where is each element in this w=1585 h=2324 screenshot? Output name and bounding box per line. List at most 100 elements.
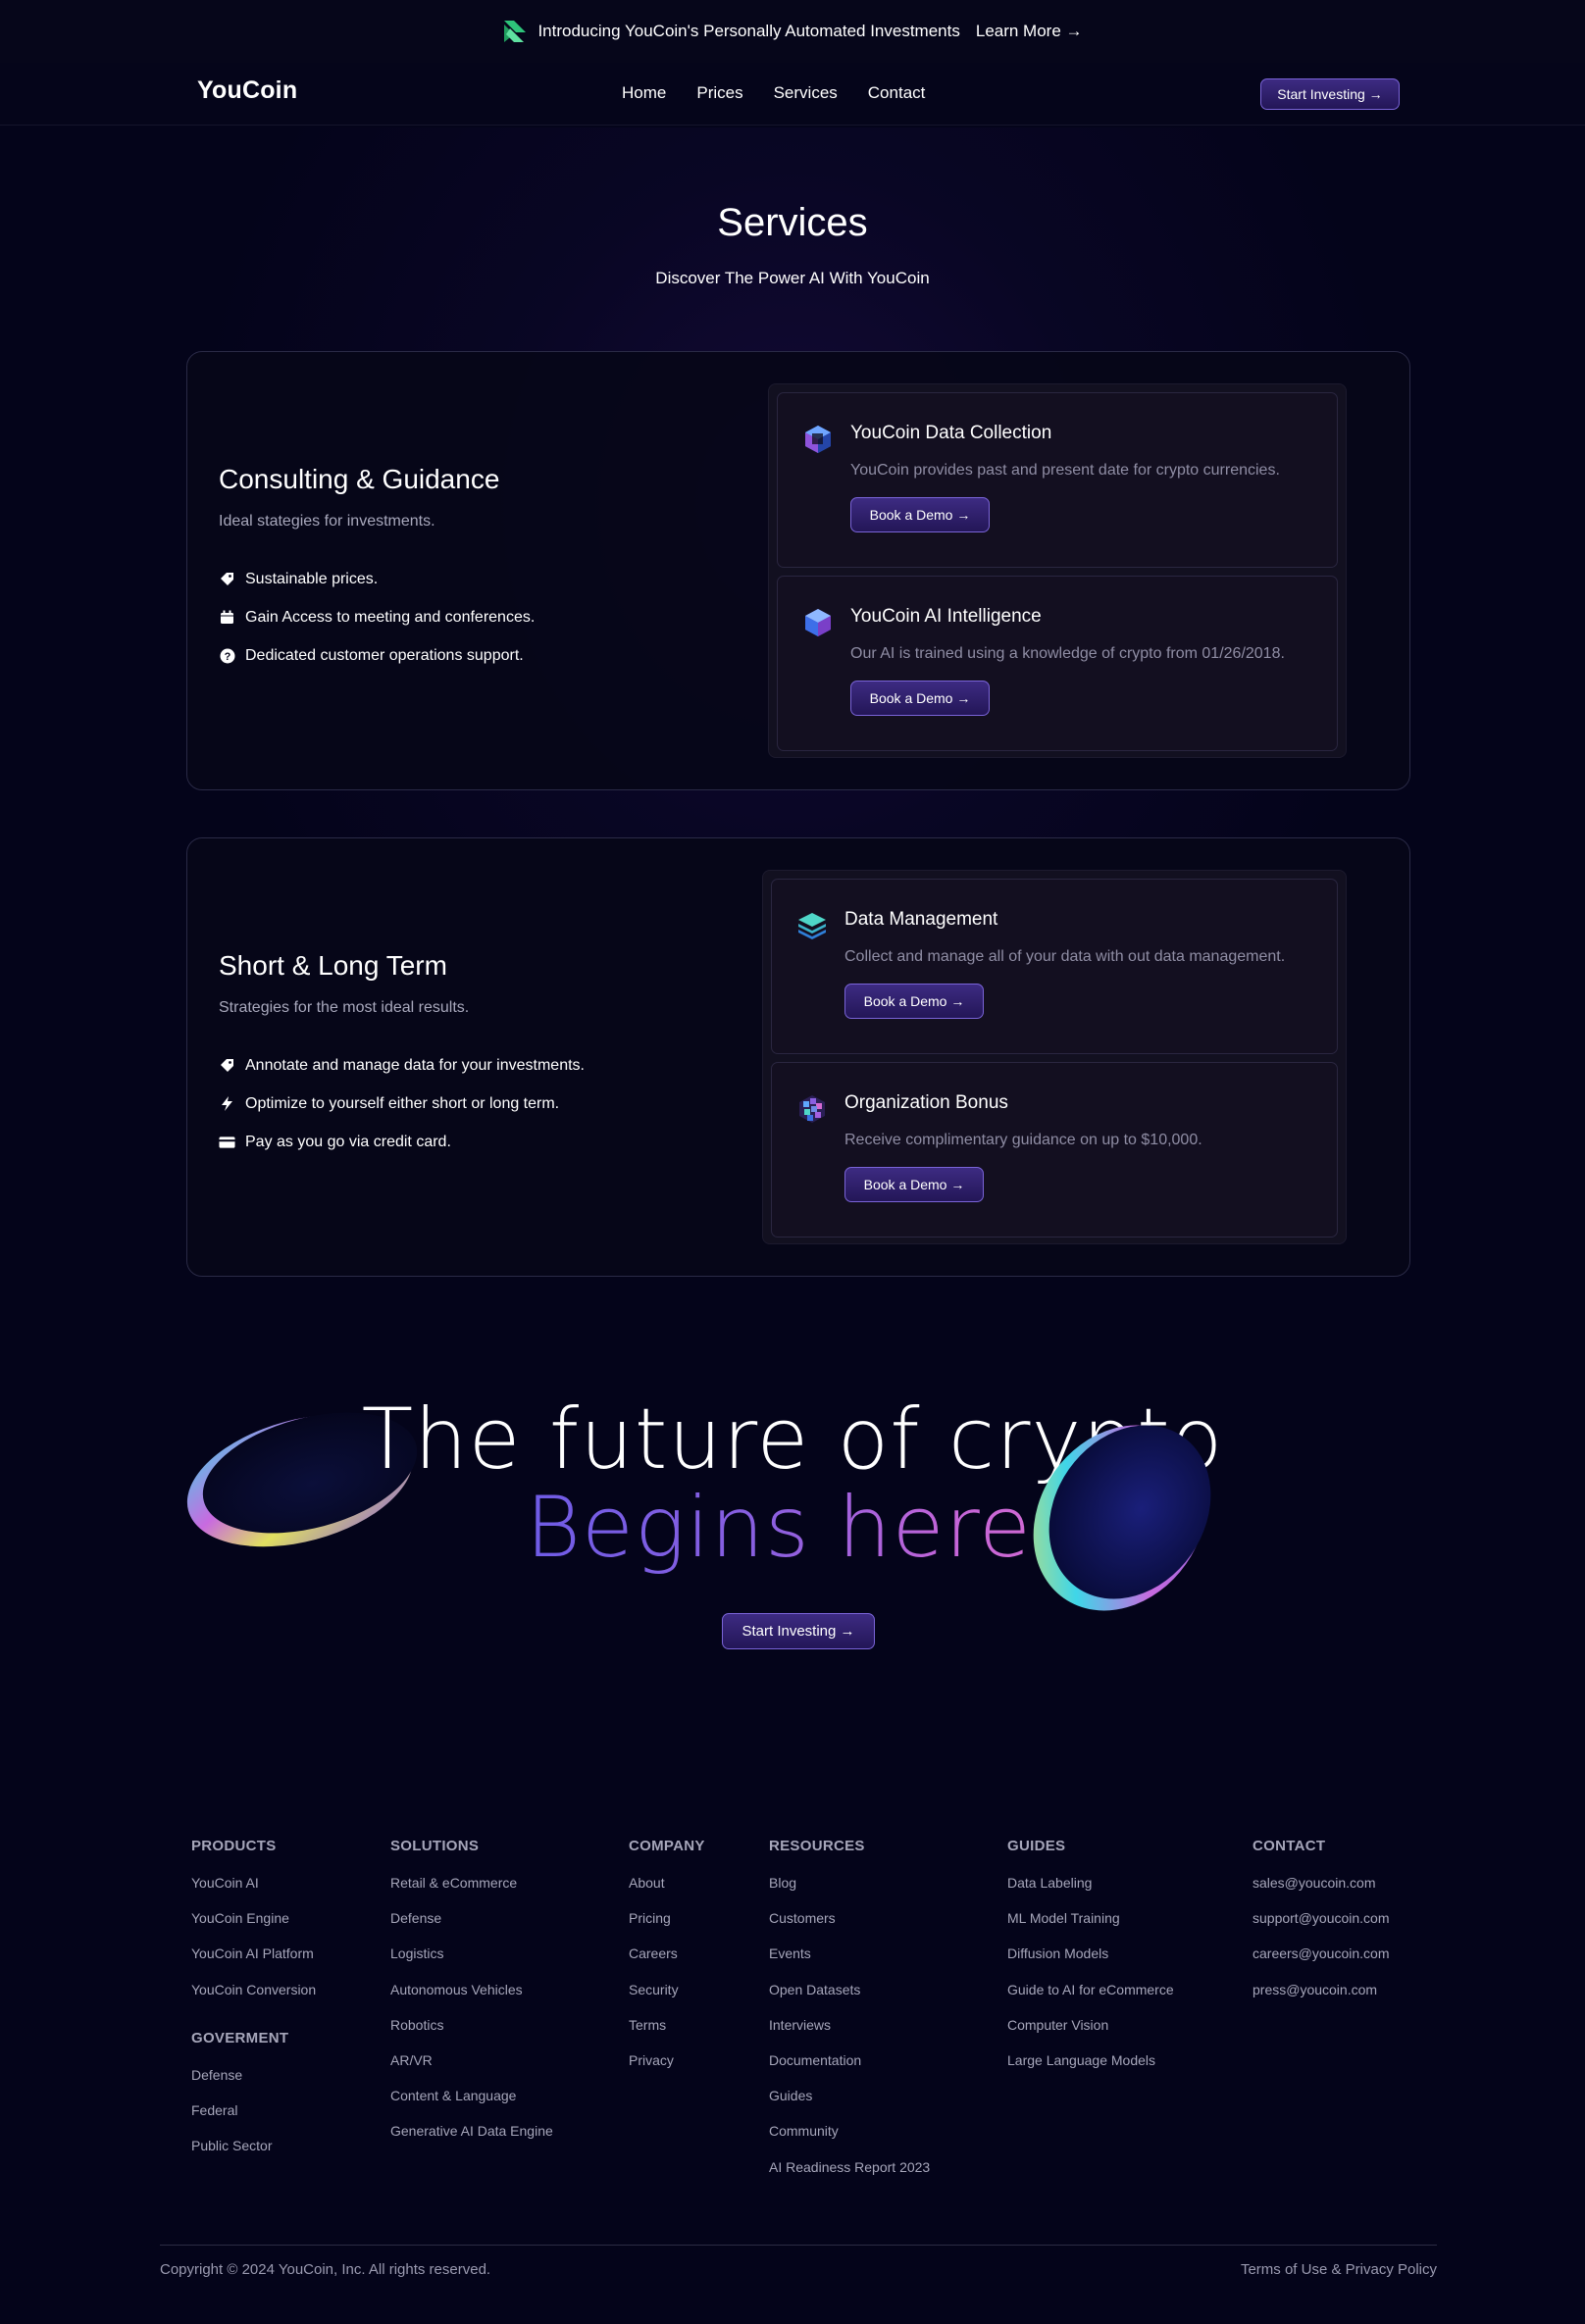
- footer-link[interactable]: Interviews: [769, 2017, 930, 2052]
- footer-heading: COMPANY: [629, 1838, 705, 1854]
- footer-heading: CONTACT: [1253, 1838, 1326, 1854]
- footer-link[interactable]: Computer Vision: [1007, 2017, 1174, 2052]
- footer-link[interactable]: Logistics: [390, 1945, 553, 1981]
- footer-link[interactable]: YouCoin Engine: [191, 1910, 316, 1945]
- footer-link[interactable]: Customers: [769, 1910, 930, 1945]
- feature-item: Annotate and manage data for your invest…: [219, 1046, 585, 1085]
- nav-services[interactable]: Services: [774, 83, 838, 103]
- bolt-icon: [219, 1095, 235, 1112]
- footer-column-guides: GUIDES Data Labeling ML Model Training D…: [1007, 1838, 1174, 2088]
- footer-link[interactable]: Careers: [629, 1945, 705, 1981]
- footer-link[interactable]: Federal: [191, 2102, 316, 2138]
- footer-link[interactable]: About: [629, 1875, 705, 1910]
- footer-email-link[interactable]: support@youcoin.com: [1253, 1910, 1390, 1945]
- footer-column-company: COMPANY About Pricing Careers Security T…: [629, 1838, 705, 2088]
- svg-text:?: ?: [224, 651, 230, 663]
- footer-link[interactable]: Public Sector: [191, 2138, 316, 2173]
- site-header: YouCoin Home Prices Services Contact Sta…: [0, 63, 1585, 126]
- footer-heading: RESOURCES: [769, 1838, 865, 1854]
- service-title: Consulting & Guidance: [219, 464, 500, 494]
- footer-heading: PRODUCTS: [191, 1838, 277, 1854]
- start-investing-button[interactable]: Start Investing →: [1260, 78, 1400, 110]
- copyright-text: Copyright © 2024 YouCoin, Inc. All right…: [160, 2261, 491, 2278]
- service-card: Organization Bonus Receive complimentary…: [771, 1062, 1338, 1238]
- cube-icon: [805, 426, 831, 453]
- card-description: Receive complimentary guidance on up to …: [844, 1132, 1202, 1148]
- footer-link[interactable]: Diffusion Models: [1007, 1945, 1174, 1981]
- footer-link[interactable]: ML Model Training: [1007, 1910, 1174, 1945]
- crypto-coin-right-image: [1033, 1425, 1211, 1611]
- book-demo-button[interactable]: Book a Demo →: [850, 497, 990, 532]
- learn-more-link[interactable]: Learn More →: [976, 22, 1083, 41]
- feature-item: ? Dedicated customer operations support.: [219, 636, 535, 675]
- card-title: Data Management: [844, 909, 998, 930]
- cta-start-investing-button[interactable]: Start Investing →: [722, 1613, 875, 1649]
- card-title: YouCoin Data Collection: [850, 423, 1052, 443]
- footer-link[interactable]: Content & Language: [390, 2088, 553, 2123]
- footer-link[interactable]: YouCoin AI: [191, 1875, 316, 1910]
- feature-text: Pay as you go via credit card.: [245, 1133, 451, 1150]
- footer-link[interactable]: Robotics: [390, 2017, 553, 2052]
- footer-email-link[interactable]: careers@youcoin.com: [1253, 1945, 1390, 1981]
- footer-link[interactable]: Documentation: [769, 2052, 930, 2088]
- terms-privacy-link[interactable]: Terms of Use & Privacy Policy: [1241, 2261, 1437, 2278]
- footer-link[interactable]: Data Labeling: [1007, 1875, 1174, 1910]
- footer-email-link[interactable]: sales@youcoin.com: [1253, 1875, 1390, 1910]
- footer-column-resources: RESOURCES Blog Customers Events Open Dat…: [769, 1838, 930, 2195]
- footer-email-link[interactable]: press@youcoin.com: [1253, 1982, 1390, 2017]
- feature-text: Sustainable prices.: [245, 570, 379, 587]
- footer-divider: [160, 2245, 1437, 2246]
- footer-link[interactable]: Guides: [769, 2088, 930, 2123]
- feature-list: Annotate and manage data for your invest…: [219, 1046, 585, 1161]
- feature-text: Gain Access to meeting and conferences.: [245, 608, 536, 626]
- footer-link[interactable]: Open Datasets: [769, 1982, 930, 2017]
- footer-link[interactable]: Large Language Models: [1007, 2052, 1174, 2088]
- footer-column-contact: CONTACT sales@youcoin.com support@youcoi…: [1253, 1838, 1390, 2017]
- book-demo-button[interactable]: Book a Demo →: [844, 1167, 984, 1202]
- cta-headline: The future of crypto: [361, 1390, 1224, 1489]
- footer-link[interactable]: Security: [629, 1982, 705, 2017]
- footer-link[interactable]: AR/VR: [390, 2052, 553, 2088]
- nav-prices[interactable]: Prices: [696, 83, 742, 103]
- service-block-consulting: Consulting & Guidance Ideal stategies fo…: [186, 351, 1410, 790]
- cta-headline-accent-text: Begins here.: [525, 1479, 1060, 1577]
- nav-home[interactable]: Home: [622, 83, 666, 103]
- announcement-text: Introducing YouCoin's Personally Automat…: [537, 22, 960, 40]
- footer-link[interactable]: AI Readiness Report 2023: [769, 2159, 930, 2195]
- grid-cube-icon: [799, 1095, 825, 1123]
- service-subtitle: Ideal stategies for investments.: [219, 513, 435, 530]
- card-description: Collect and manage all of your data with…: [844, 948, 1286, 965]
- card-title: YouCoin AI Intelligence: [850, 606, 1042, 627]
- service-cards: YouCoin Data Collection YouCoin provides…: [768, 383, 1347, 758]
- footer-link[interactable]: YouCoin Conversion: [191, 1982, 316, 2017]
- footer-link[interactable]: Defense: [390, 1910, 553, 1945]
- card-description: YouCoin provides past and present date f…: [850, 462, 1280, 479]
- nav-contact[interactable]: Contact: [868, 83, 926, 103]
- book-demo-button[interactable]: Book a Demo →: [844, 984, 984, 1019]
- page-title: Services: [717, 201, 868, 244]
- footer-link[interactable]: Autonomous Vehicles: [390, 1982, 553, 2017]
- calendar-icon: [219, 609, 235, 626]
- feature-text: Annotate and manage data for your invest…: [245, 1056, 585, 1074]
- feature-item: Pay as you go via credit card.: [219, 1123, 585, 1161]
- brand-logo[interactable]: YouCoin: [197, 76, 297, 105]
- tag-icon: [219, 571, 235, 587]
- footer-link[interactable]: Guide to AI for eCommerce: [1007, 1982, 1174, 2017]
- footer-link[interactable]: Generative AI Data Engine: [390, 2123, 553, 2158]
- announcement-bar: Introducing YouCoin's Personally Automat…: [0, 0, 1585, 63]
- footer-link[interactable]: Community: [769, 2123, 930, 2158]
- footer-link[interactable]: Privacy: [629, 2052, 705, 2088]
- card-title: Organization Bonus: [844, 1092, 1008, 1113]
- service-cards: Data Management Collect and manage all o…: [762, 870, 1347, 1244]
- footer-link[interactable]: Blog: [769, 1875, 930, 1910]
- footer-link[interactable]: Events: [769, 1945, 930, 1981]
- footer-link[interactable]: YouCoin AI Platform: [191, 1945, 316, 1981]
- footer-link[interactable]: Terms: [629, 2017, 705, 2052]
- credit-card-icon: [219, 1134, 235, 1150]
- footer-link[interactable]: Retail & eCommerce: [390, 1875, 553, 1910]
- footer-link[interactable]: Defense: [191, 2067, 316, 2102]
- card-description: Our AI is trained using a knowledge of c…: [850, 645, 1285, 662]
- book-demo-button[interactable]: Book a Demo →: [850, 681, 990, 716]
- help-circle-icon: ?: [219, 647, 235, 664]
- footer-link[interactable]: Pricing: [629, 1910, 705, 1945]
